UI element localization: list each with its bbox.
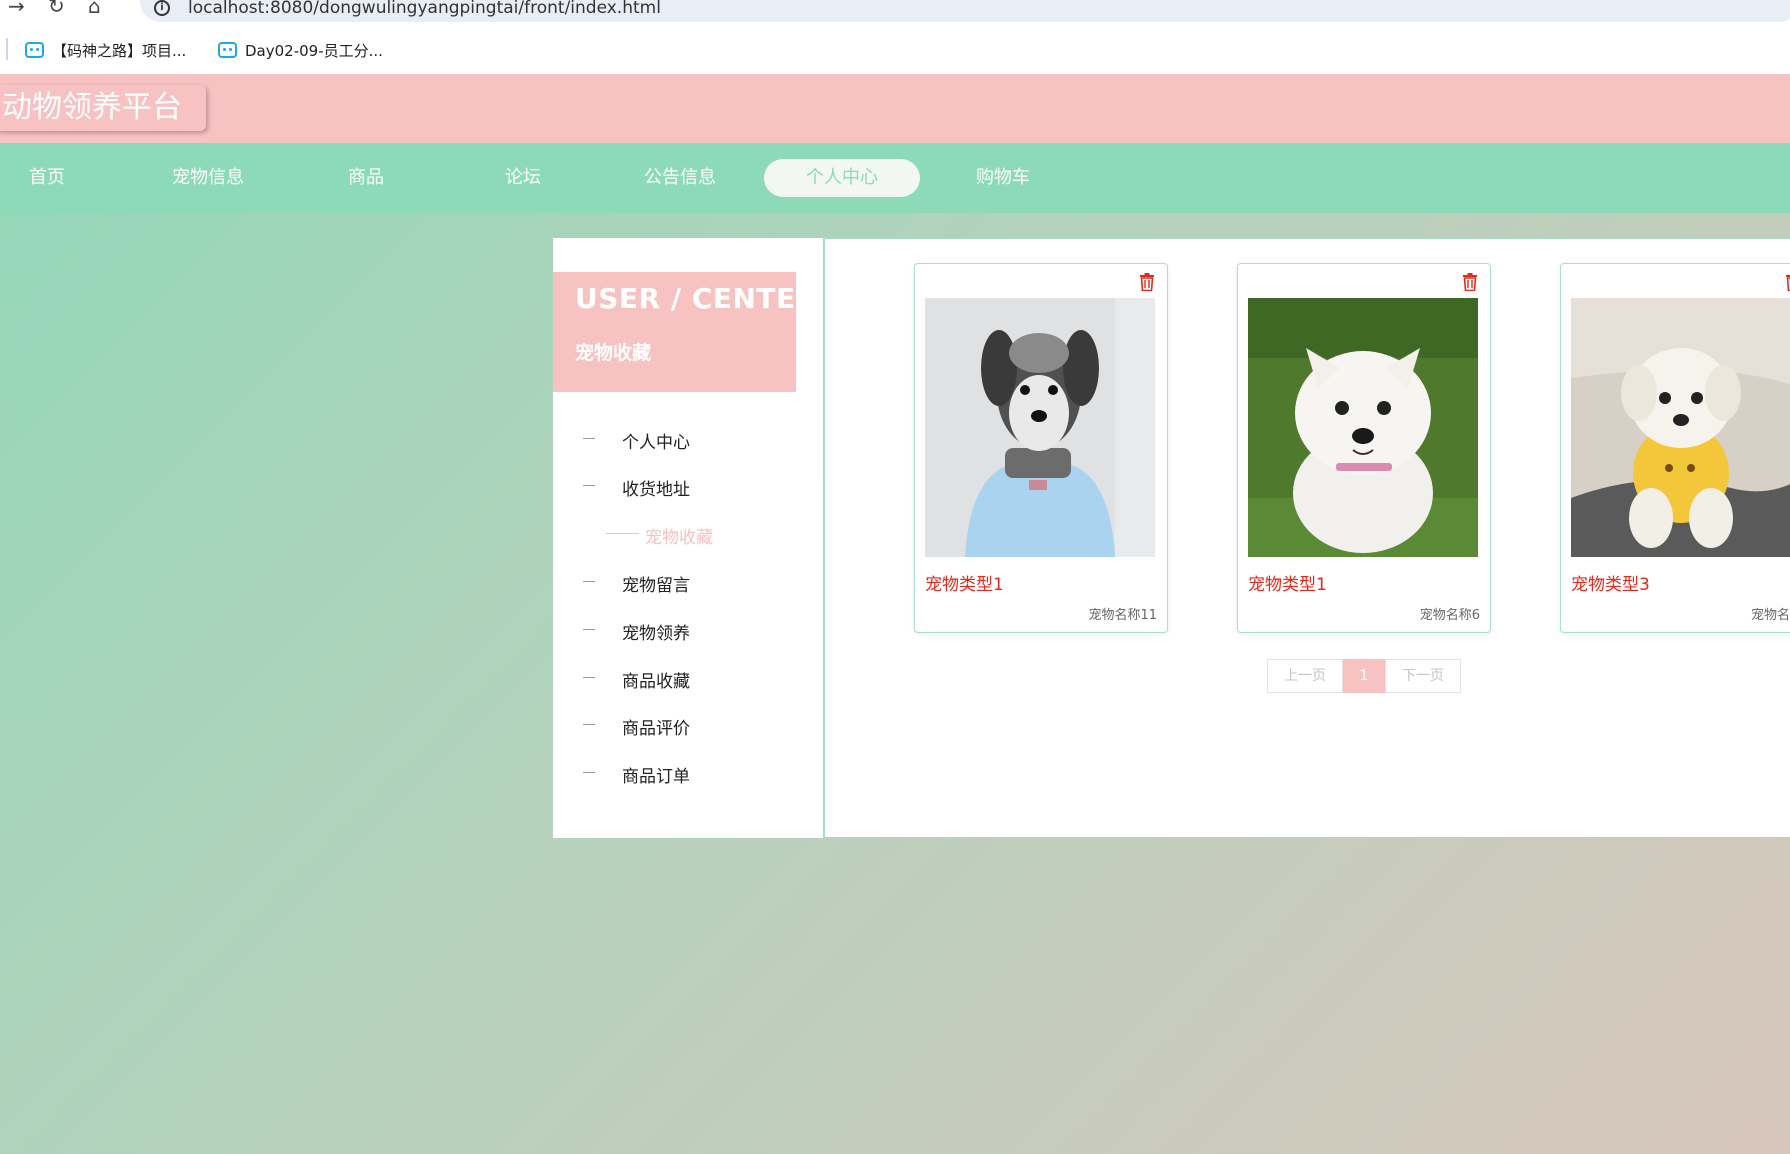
next-page-button[interactable]: 下一页	[1385, 659, 1461, 693]
bookmarks-divider	[6, 38, 8, 60]
pet-name: 宠物名称6	[1419, 608, 1480, 623]
address-bar[interactable]: i localhost:8080/dongwulingyangpingtai/f…	[140, 0, 1790, 22]
sidebar-item-goods-reviews[interactable]: 商品评价	[553, 710, 823, 740]
favorite-card[interactable]: 宠物类型1 宠物名称11	[914, 263, 1168, 633]
reload-icon[interactable]: ↻	[48, 0, 65, 18]
pet-type: 宠物类型1	[1248, 575, 1327, 595]
sidebar-item-user-center[interactable]: 个人中心	[553, 424, 823, 454]
dash-icon	[583, 724, 595, 725]
sidebar-item-label: 商品订单	[622, 767, 690, 787]
forward-icon[interactable]: →	[8, 0, 25, 18]
nav-goods[interactable]: 商品	[348, 159, 384, 197]
pet-name: 宠物名称11	[1088, 608, 1157, 623]
bookmarks-bar: 【码神之路】项目... Day02-09-员工分...	[0, 24, 1790, 74]
sidebar-item-goods-orders[interactable]: 商品订单	[553, 758, 823, 788]
site-info-icon[interactable]: i	[154, 0, 170, 16]
prev-page-button[interactable]: 上一页	[1267, 659, 1343, 693]
trash-icon[interactable]	[1462, 273, 1478, 291]
favorite-card[interactable]: 宠物类型1 宠物名称6	[1237, 263, 1491, 633]
dash-icon	[583, 438, 595, 439]
nav-pet-info[interactable]: 宠物信息	[172, 159, 244, 197]
browser-toolbar: → ↻ ⌂ i localhost:8080/dongwulingyangpin…	[0, 0, 1790, 24]
nav-cart[interactable]: 购物车	[976, 159, 1030, 197]
sidebar-item-label: 宠物领养	[622, 624, 690, 644]
site-header: 动物领养平台	[0, 74, 1790, 143]
pagination: 上一页 1 下一页	[1267, 659, 1461, 693]
nav-user-center[interactable]: 个人中心	[764, 159, 920, 197]
pet-type: 宠物类型3	[1571, 575, 1650, 595]
nav-notices[interactable]: 公告信息	[644, 159, 716, 197]
dash-icon	[583, 772, 595, 773]
sidebar-title: USER / CENTER	[575, 282, 818, 315]
dash-icon	[583, 677, 595, 678]
main-nav: 首页 宠物信息 商品 论坛 公告信息 个人中心 购物车	[0, 143, 1790, 213]
pet-name: 宠物名称	[1750, 608, 1790, 623]
favorite-card[interactable]: 宠物类型3 宠物名称	[1560, 263, 1790, 633]
dash-icon	[583, 629, 595, 630]
site-logo[interactable]: 动物领养平台	[0, 85, 206, 131]
url-text[interactable]: localhost:8080/dongwulingyangpingtai/fro…	[188, 0, 661, 18]
sidebar-item-label: 宠物收藏	[645, 528, 713, 548]
pet-type: 宠物类型1	[925, 575, 1004, 595]
sidebar-item-pet-messages[interactable]: 宠物留言	[553, 567, 823, 597]
dash-icon	[605, 533, 639, 534]
bookmark-item[interactable]: 【码神之路】项目...	[25, 39, 186, 61]
sidebar-item-pet-favorites[interactable]: 宠物收藏	[553, 519, 823, 549]
sidebar-item-goods-favorites[interactable]: 商品收藏	[553, 663, 823, 693]
bilibili-icon	[218, 42, 237, 58]
sidebar-item-label: 个人中心	[622, 433, 690, 453]
sidebar-item-address[interactable]: 收货地址	[553, 471, 823, 501]
bilibili-icon	[25, 42, 44, 58]
favorites-panel: 宠物类型1 宠物名称11 宠物类型1 宠物名称6 宠物类型3 宠物名 上一页 1…	[824, 238, 1790, 838]
bookmark-label: Day02-09-员工分...	[245, 41, 383, 60]
dash-icon	[583, 581, 595, 582]
page-number-button[interactable]: 1	[1343, 659, 1385, 693]
maltese-dog-image[interactable]	[1571, 298, 1790, 557]
trash-icon[interactable]	[1139, 273, 1155, 291]
bookmark-item[interactable]: Day02-09-员工分...	[218, 39, 383, 61]
sidebar-item-pet-adoption[interactable]: 宠物领养	[553, 615, 823, 645]
trash-icon[interactable]	[1785, 273, 1790, 291]
dash-icon	[583, 485, 595, 486]
sidebar-item-label: 宠物留言	[622, 576, 690, 596]
schnauzer-dog-image[interactable]	[925, 298, 1155, 557]
sidebar-subtitle: 宠物收藏	[575, 342, 652, 364]
sidebar-header: USER / CENTER 宠物收藏	[553, 272, 817, 392]
sidebar-item-label: 商品评价	[622, 719, 690, 739]
user-center-sidebar: USER / CENTER 宠物收藏 个人中心 收货地址 宠物收藏 宠物留言 宠…	[553, 238, 823, 838]
nav-forum[interactable]: 论坛	[505, 159, 541, 197]
home-icon[interactable]: ⌂	[88, 0, 101, 18]
bookmark-label: 【码神之路】项目...	[52, 41, 187, 60]
sidebar-item-label: 商品收藏	[622, 672, 690, 692]
westie-dog-image[interactable]	[1248, 298, 1478, 557]
nav-home[interactable]: 首页	[29, 159, 65, 197]
sidebar-item-label: 收货地址	[622, 480, 690, 500]
